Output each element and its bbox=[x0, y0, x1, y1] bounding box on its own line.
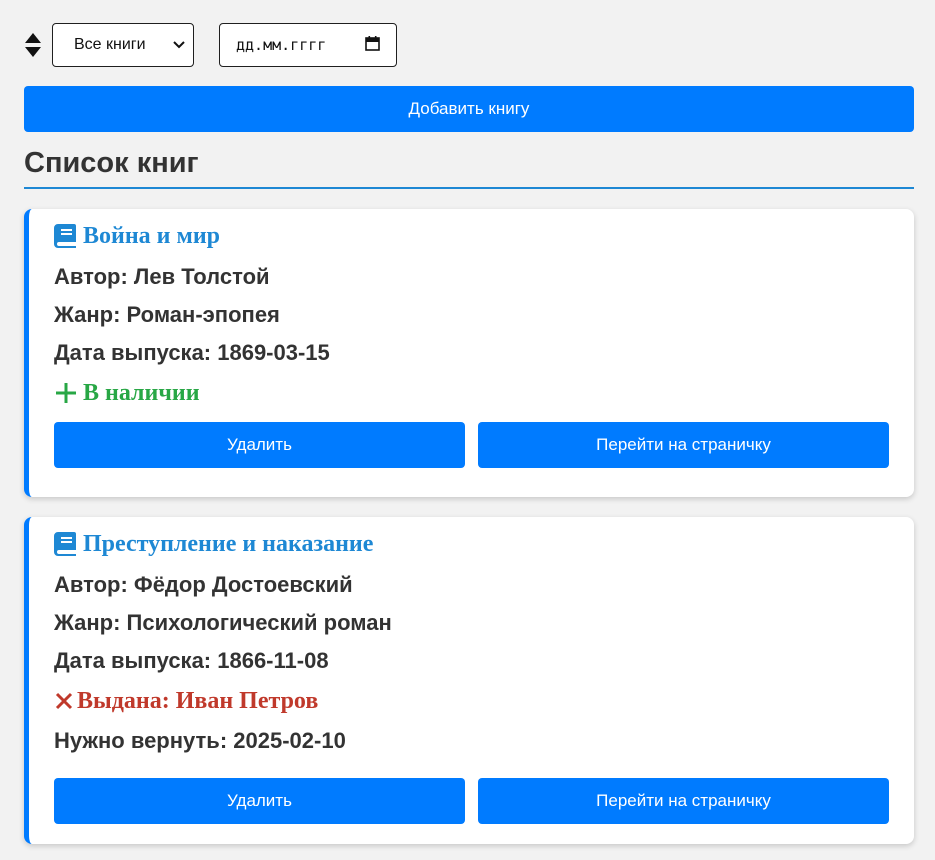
chevron-down-icon bbox=[173, 36, 185, 54]
delete-button[interactable]: Удалить bbox=[54, 778, 465, 824]
book-due-date: Нужно вернуть: 2025-02-10 bbox=[54, 728, 346, 753]
book-title: Преступление и наказание bbox=[54, 529, 889, 559]
book-genre: Жанр: Психологический роман bbox=[54, 610, 392, 635]
filter-select[interactable]: Все книги bbox=[52, 23, 194, 67]
book-author: Автор: Фёдор Достоевский bbox=[54, 572, 353, 597]
status-badge: В наличии bbox=[54, 372, 889, 414]
card-actions: Удалить Перейти на страничку bbox=[54, 778, 889, 824]
book-release-date: Дата выпуска: 1866-11-08 bbox=[54, 648, 329, 673]
date-input-placeholder: дд.мм.гггг bbox=[236, 36, 327, 54]
plus-icon bbox=[54, 381, 78, 405]
book-icon bbox=[54, 224, 78, 248]
status-text: В наличии bbox=[83, 379, 200, 406]
book-title-text[interactable]: Война и мир bbox=[83, 223, 220, 250]
page: Все книги дд.мм.гггг Добавить книгу Спис… bbox=[0, 23, 935, 860]
status-badge: Выдана: Иван Петров bbox=[54, 680, 889, 722]
book-icon bbox=[54, 532, 78, 556]
status-text: Выдана: Иван Петров bbox=[77, 687, 319, 714]
card-actions: Удалить Перейти на страничку bbox=[54, 422, 889, 468]
sort-icon[interactable] bbox=[24, 32, 42, 58]
book-card: Преступление и наказание Автор: Фёдор До… bbox=[24, 517, 914, 844]
page-title: Список книг bbox=[24, 146, 914, 189]
book-title-text[interactable]: Преступление и наказание bbox=[83, 531, 373, 558]
filter-select-value: Все книги bbox=[74, 36, 146, 53]
delete-button[interactable]: Удалить bbox=[54, 422, 465, 468]
book-title: Война и мир bbox=[54, 221, 889, 251]
book-card: Война и мир Автор: Лев Толстой Жанр: Ром… bbox=[24, 209, 914, 497]
cross-icon bbox=[54, 689, 74, 713]
book-genre: Жанр: Роман-эпопея bbox=[54, 302, 280, 327]
open-page-button[interactable]: Перейти на страничку bbox=[478, 778, 889, 824]
book-release-date: Дата выпуска: 1869-03-15 bbox=[54, 340, 330, 365]
book-author: Автор: Лев Толстой bbox=[54, 264, 270, 289]
add-book-button[interactable]: Добавить книгу bbox=[24, 86, 914, 132]
date-input[interactable]: дд.мм.гггг bbox=[219, 23, 397, 67]
calendar-icon[interactable] bbox=[365, 35, 380, 55]
toolbar: Все книги дд.мм.гггг bbox=[24, 23, 914, 67]
open-page-button[interactable]: Перейти на страничку bbox=[478, 422, 889, 468]
